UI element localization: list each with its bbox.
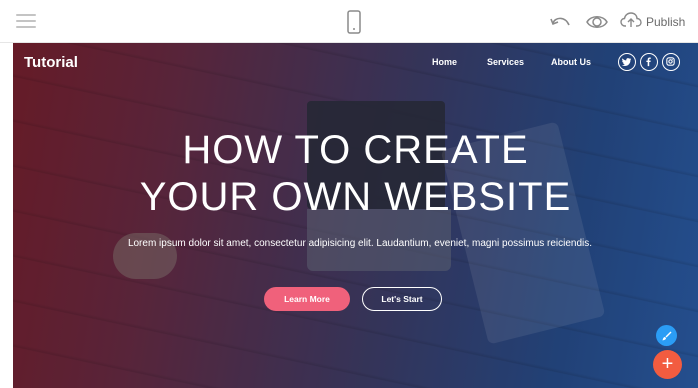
hero-tagline: Lorem ipsum dolor sit amet, consectetur …	[127, 238, 593, 249]
publish-label: Publish	[646, 15, 686, 29]
nav-home[interactable]: Home	[432, 57, 457, 67]
site-brand[interactable]: Tutorial	[24, 54, 78, 71]
undo-icon[interactable]	[549, 11, 573, 33]
hero-headline-line-2: YOUR OWN WEBSITE	[139, 175, 572, 219]
eye-icon[interactable]	[585, 11, 609, 33]
nav-about-us[interactable]: About Us	[551, 57, 591, 67]
hero-headline-line-1: HOW TO CREATE	[182, 128, 529, 172]
paint-brush-icon[interactable]	[656, 325, 677, 346]
lets-start-button[interactable]: Let's Start	[362, 287, 442, 311]
publish-button[interactable]: Publish	[620, 9, 685, 35]
nav-services[interactable]: Services	[487, 57, 524, 67]
twitter-icon[interactable]	[618, 53, 636, 71]
learn-more-button[interactable]: Learn More	[264, 287, 350, 311]
facebook-icon[interactable]	[640, 53, 658, 71]
menu-icon[interactable]	[14, 9, 38, 33]
editor-toolbar: Publish	[0, 0, 698, 43]
hero-section: Tutorial Home Services About Us HOW TO C…	[13, 43, 698, 388]
mobile-device-icon[interactable]	[343, 10, 365, 34]
cloud-upload-icon	[620, 11, 642, 34]
instagram-icon[interactable]	[662, 53, 680, 71]
add-block-button[interactable]: +	[653, 350, 682, 379]
